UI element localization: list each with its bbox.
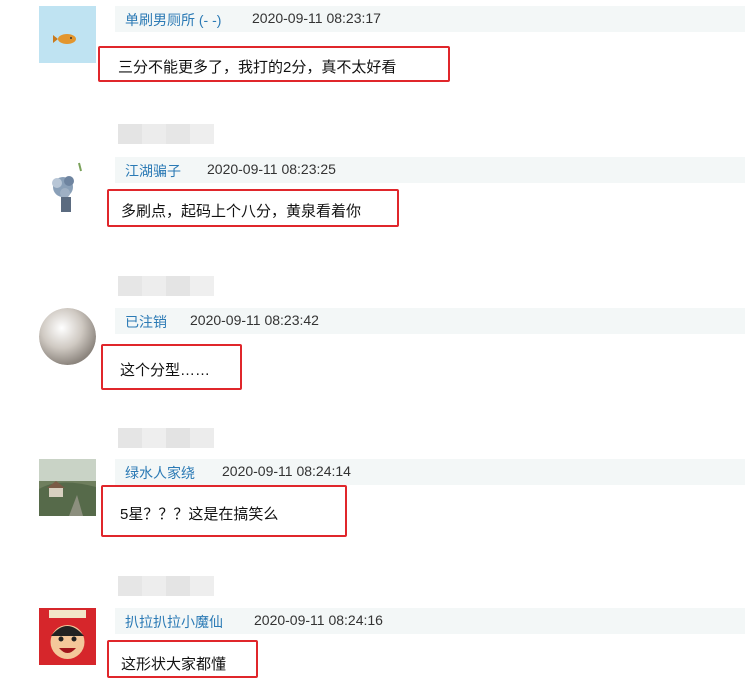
comment-header: 单刷男厕所 (- -) 2020-09-11 08:23:17 [115,6,745,32]
comment-timestamp: 2020-09-11 08:23:42 [190,312,319,328]
username-link[interactable]: 绿水人家绕 [125,463,195,483]
comment-timestamp: 2020-09-11 08:23:17 [252,10,381,26]
comment-content-highlight: 三分不能更多了，我打的2分，真不太好看 [98,46,450,82]
user-avatar[interactable] [39,308,96,365]
orange-fish-icon [39,6,96,63]
comment-timestamp: 2020-09-11 08:24:14 [222,463,351,479]
cartoon-boy-icon [39,608,96,665]
user-avatar[interactable] [39,608,96,665]
comment-header: 江湖骗子 2020-09-11 08:23:25 [115,157,745,183]
username-link[interactable]: 扒拉扒拉小魔仙 [125,612,223,632]
comment-content-highlight: 这个分型…… [101,344,242,390]
blurred-reply-bar [118,276,214,296]
comment-timestamp: 2020-09-11 08:24:16 [254,612,383,628]
comment-text: 多刷点，起码上个八分，黄泉看着你 [121,203,362,220]
comment-header: 扒拉扒拉小魔仙 2020-09-11 08:24:16 [115,608,745,634]
user-avatar[interactable] [39,459,96,516]
comment-text: 这形状大家都懂 [121,656,227,673]
username-link[interactable]: 江湖骗子 [125,161,181,181]
comment-text: 这个分型…… [120,362,211,379]
flower-vase-icon [39,157,96,214]
comment-content-highlight: 多刷点，起码上个八分，黄泉看着你 [107,189,399,227]
username-link[interactable]: 单刷男厕所 (- -) [125,10,221,30]
username-link[interactable]: 已注销 [125,312,167,332]
comment-text: 三分不能更多了，我打的2分，真不太好看 [118,59,397,76]
user-avatar[interactable] [39,157,96,214]
comment-content-highlight: 5星？？？这是在搞笑么 [101,485,347,537]
comment-header: 已注销 2020-09-11 08:23:42 [115,308,745,334]
comment-content-highlight: 这形状大家都懂 [107,640,258,678]
user-avatar[interactable] [39,6,96,63]
blurred-reply-bar [118,124,214,144]
comment-timestamp: 2020-09-11 08:23:25 [207,161,336,177]
blurred-reply-bar [118,428,214,448]
comment-header: 绿水人家绕 2020-09-11 08:24:14 [115,459,745,485]
landscape-painting-icon [39,459,96,516]
pearl-icon [39,308,96,365]
blurred-reply-bar [118,576,214,596]
comment-text: 5星？？？这是在搞笑么 [120,506,279,523]
